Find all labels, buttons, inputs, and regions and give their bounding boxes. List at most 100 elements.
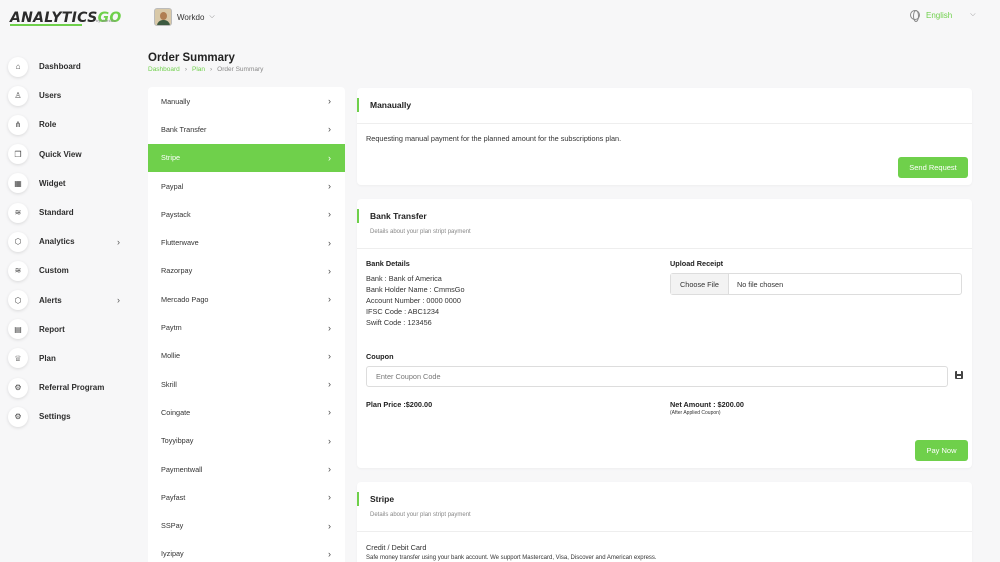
sidebar-item-analytics[interactable]: ⬡ Analytics › xyxy=(8,227,136,256)
swift-code: Swift Code : 123456 xyxy=(366,318,432,327)
sidebar-item-quick-view[interactable]: ❐ Quick View xyxy=(8,140,136,169)
chevron-right-icon: › xyxy=(117,295,120,306)
sidebar-item-referral-program[interactable]: ⚙ Referral Program xyxy=(8,373,136,402)
chevron-down-icon: ⌵ xyxy=(209,13,215,20)
coupon-label: Coupon xyxy=(366,352,394,361)
pay-now-button[interactable]: Pay Now xyxy=(915,440,968,461)
card-title: Stripe xyxy=(370,494,395,504)
net-amount: Net Amount : $200.00 xyxy=(670,400,744,409)
payment-method-label: Paytm xyxy=(161,323,182,333)
net-amount-note: (After Applied Coupon) xyxy=(670,410,721,416)
settings-icon: ⚙ xyxy=(8,406,28,427)
breadcrumb-dashboard[interactable]: Dashboard xyxy=(148,66,180,73)
payment-method-flutterwave[interactable]: Flutterwave › xyxy=(148,228,345,256)
payment-method-bank-transfer[interactable]: Bank Transfer › xyxy=(148,115,345,143)
box-icon: ⬡ xyxy=(8,290,28,311)
payment-method-label: Paymentwall xyxy=(161,464,203,474)
payment-method-label: Flutterwave xyxy=(161,238,199,248)
sidebar: ANALYTICSGO by WorkDo ⌂ Dashboard ♙ Users ⋔ R… xyxy=(0,0,136,562)
sidebar-item-widget[interactable]: ▦ Widget xyxy=(8,169,136,198)
payment-method-coingate[interactable]: Coingate › xyxy=(148,398,345,426)
payment-method-sspay[interactable]: SSPay › xyxy=(148,511,345,539)
payment-method-mollie[interactable]: Mollie › xyxy=(148,342,345,370)
manual-payment-card: Manaually Requesting manual payment for … xyxy=(357,88,972,185)
payment-method-paytm[interactable]: Paytm › xyxy=(148,313,345,341)
payment-method-razorpay[interactable]: Razorpay › xyxy=(148,257,345,285)
payment-method-label: Paystack xyxy=(161,209,191,219)
chevron-right-icon: › xyxy=(328,209,331,220)
payment-method-paymentwall[interactable]: Paymentwall › xyxy=(148,455,345,483)
bank-name: Bank : Bank of America xyxy=(366,274,442,283)
bank-details-label: Bank Details xyxy=(366,259,410,268)
sidebar-item-settings[interactable]: ⚙ Settings xyxy=(8,402,136,431)
settings-icon: ⚙ xyxy=(8,377,28,398)
payment-method-paypal[interactable]: Paypal › xyxy=(148,172,345,200)
payment-method-label: Stripe xyxy=(161,153,181,163)
sidebar-item-users[interactable]: ♙ Users xyxy=(8,81,136,110)
layers-icon: ≋ xyxy=(8,260,28,281)
payment-method-iyzipay[interactable]: Iyzipay › xyxy=(148,540,345,562)
card-subtitle: Details about your plan stript payment xyxy=(370,512,471,518)
payment-method-label: Toyyibpay xyxy=(161,436,194,446)
chevron-right-icon: › xyxy=(328,379,331,390)
breadcrumb-separator: › xyxy=(210,66,213,73)
payment-method-toyyibpay[interactable]: Toyyibpay › xyxy=(148,427,345,455)
breadcrumb-plan[interactable]: Plan xyxy=(192,66,205,73)
copy-icon: ❐ xyxy=(8,144,28,165)
payment-method-skrill[interactable]: Skrill › xyxy=(148,370,345,398)
workspace-switcher[interactable]: Workdo ⌵ xyxy=(154,8,215,26)
sidebar-item-label: Role xyxy=(39,120,57,130)
user-icon: ♙ xyxy=(8,85,28,106)
payment-method-stripe[interactable]: Stripe › xyxy=(148,143,345,172)
sidebar-item-report[interactable]: ▤ Report xyxy=(8,315,136,344)
language-selector[interactable]: English ⌵ xyxy=(910,10,976,22)
chevron-right-icon: › xyxy=(328,294,331,305)
payment-method-label: Mollie xyxy=(161,351,181,361)
grid-icon: ▦ xyxy=(8,173,28,194)
sidebar-item-dashboard[interactable]: ⌂ Dashboard xyxy=(8,52,136,81)
card-subtitle: Details about your plan stript payment xyxy=(370,229,471,235)
manual-description: Requesting manual payment for the planne… xyxy=(366,134,622,143)
sidebar-item-plan[interactable]: ♕ Plan xyxy=(8,344,136,373)
file-icon: ▤ xyxy=(8,319,28,340)
sidebar-item-custom[interactable]: ≋ Custom xyxy=(8,256,136,285)
payment-method-manually[interactable]: Manually › xyxy=(148,87,345,115)
card-title: Bank Transfer xyxy=(370,211,427,221)
coupon-input[interactable] xyxy=(366,366,948,387)
card-payment-note: Safe money transfer using your bank acco… xyxy=(366,555,657,561)
sidebar-item-label: Settings xyxy=(39,412,71,422)
upload-receipt-input[interactable]: Choose File No file chosen xyxy=(670,273,962,295)
brand-logo[interactable]: ANALYTICSGO xyxy=(10,6,122,26)
sidebar-item-label: Dashboard xyxy=(39,62,81,72)
choose-file-button[interactable]: Choose File xyxy=(671,274,729,294)
payment-method-mercado-pago[interactable]: Mercado Pago › xyxy=(148,285,345,313)
breadcrumb: Dashboard › Plan › Order Summary xyxy=(148,66,263,73)
chevron-down-icon: ⌵ xyxy=(970,11,976,18)
card-title: Manaually xyxy=(370,100,412,110)
payment-method-paystack[interactable]: Paystack › xyxy=(148,200,345,228)
payment-method-label: Coingate xyxy=(161,407,191,417)
card-header: Bank Transfer Details about your plan st… xyxy=(357,199,972,249)
payment-method-payfast[interactable]: Payfast › xyxy=(148,483,345,511)
sidebar-item-label: Plan xyxy=(39,353,56,363)
sidebar-item-label: Widget xyxy=(39,178,66,188)
send-request-button[interactable]: Send Request xyxy=(898,157,968,178)
breadcrumb-separator: › xyxy=(184,66,187,73)
chevron-right-icon: › xyxy=(328,407,331,418)
sidebar-item-role[interactable]: ⋔ Role xyxy=(8,110,136,139)
sidebar-item-alerts[interactable]: ⬡ Alerts › xyxy=(8,286,136,315)
upload-receipt-label: Upload Receipt xyxy=(670,259,724,268)
page-title: Order Summary xyxy=(148,52,235,64)
account-number: Account Number : 0000 0000 xyxy=(366,296,461,305)
payment-method-label: Payfast xyxy=(161,492,186,502)
save-icon[interactable] xyxy=(955,371,963,379)
brand-by: by WorkDo xyxy=(96,18,116,23)
globe-icon xyxy=(910,10,920,22)
sidebar-item-standard[interactable]: ≋ Standard xyxy=(8,198,136,227)
chevron-right-icon: › xyxy=(328,520,331,531)
stripe-card: Stripe Details about your plan stript pa… xyxy=(357,482,972,562)
breadcrumb-current: Order Summary xyxy=(217,66,264,73)
payment-method-label: Manually xyxy=(161,96,191,106)
payment-method-list: Manually › Bank Transfer › Stripe › Paypal › Pay… xyxy=(148,87,345,562)
payment-method-label: Razorpay xyxy=(161,266,193,276)
